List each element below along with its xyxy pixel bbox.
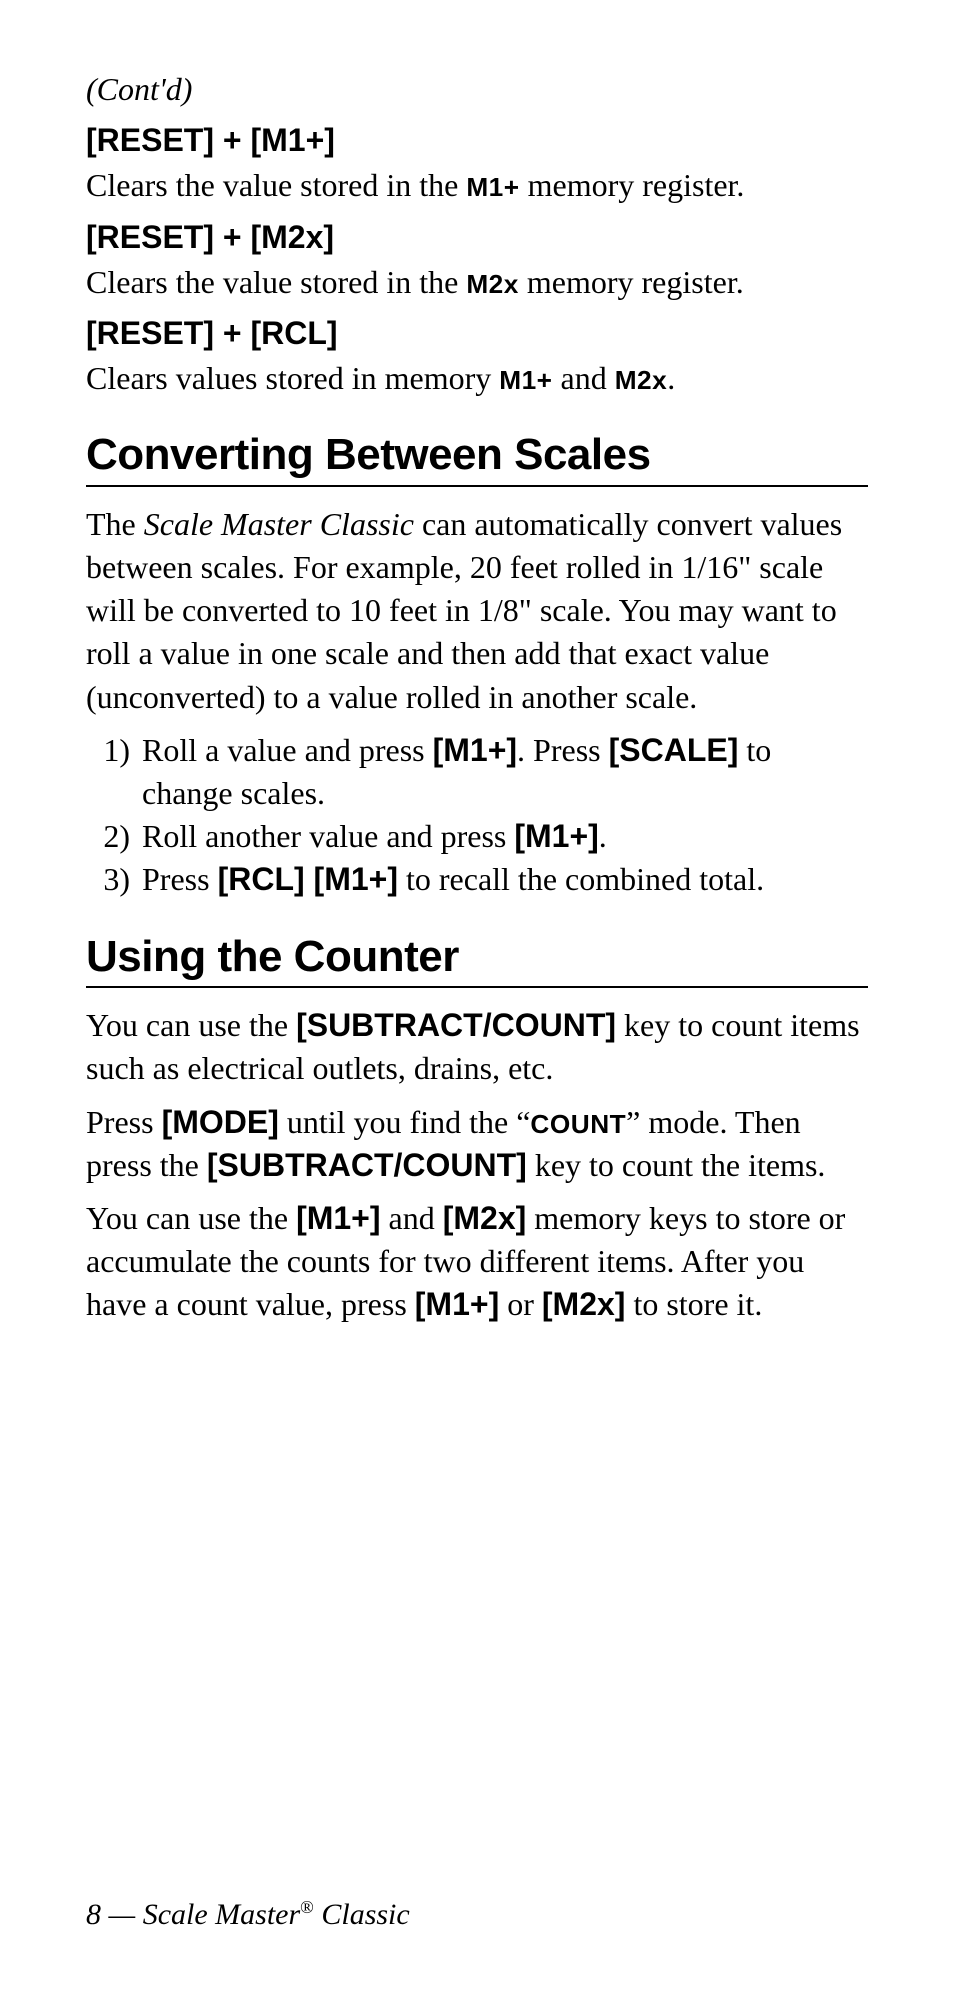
key-ref: [M1+] (415, 1286, 499, 1322)
text: . (667, 360, 675, 396)
reset-m1-desc: Clears the value stored in the M1+ memor… (86, 164, 868, 207)
product-name: Scale Master (143, 1898, 300, 1931)
heading-counter: Using the Counter (86, 932, 868, 989)
key-ref: [MODE] (162, 1104, 279, 1140)
page-number: 8 (86, 1898, 101, 1931)
reset-rcl-desc: Clears values stored in memory M1+ and M… (86, 357, 868, 400)
counter-para-1: You can use the [SUBTRACT/COUNT] key to … (86, 1004, 868, 1090)
key-ref: [M1+] (296, 1200, 380, 1236)
text: . (599, 818, 607, 854)
step-number: 2) (86, 815, 142, 858)
text: and (553, 360, 615, 396)
text: You can use the (86, 1200, 296, 1236)
reset-m1-heading: [RESET] + [M1+] (86, 119, 868, 162)
list-item: 1) Roll a value and press [M1+]. Press [… (86, 729, 868, 815)
step-number: 3) (86, 858, 142, 901)
mode-ref: COUNT (530, 1109, 626, 1139)
text: or (499, 1286, 542, 1322)
list-item: 2) Roll another value and press [M1+]. (86, 815, 868, 858)
reset-m2-desc: Clears the value stored in the M2x memor… (86, 261, 868, 304)
key-ref: [SUBTRACT/COUNT] (207, 1147, 527, 1183)
key-ref: [SUBTRACT/COUNT] (296, 1007, 616, 1043)
reset-rcl-heading: [RESET] + [RCL] (86, 312, 868, 355)
key-ref: [M2x] (542, 1286, 626, 1322)
heading-converting: Converting Between Scales (86, 430, 868, 487)
text: Press (86, 1104, 162, 1140)
convert-intro: The Scale Master Classic can automatical… (86, 503, 868, 719)
mem-ref: M1+ (466, 172, 519, 202)
counter-para-2: Press [MODE] until you find the “COUNT” … (86, 1101, 868, 1187)
key-ref: [RCL] [M1+] (218, 861, 398, 897)
text: You can use the (86, 1007, 296, 1043)
mem-ref: M2x (615, 365, 668, 395)
text: Clears the value stored in the (86, 167, 466, 203)
text: Press (142, 861, 218, 897)
step-text: Roll a value and press [M1+]. Press [SCA… (142, 729, 868, 815)
registered-mark: ® (300, 1897, 314, 1917)
text: Roll another value and press (142, 818, 514, 854)
list-item: 3) Press [RCL] [M1+] to recall the combi… (86, 858, 868, 901)
continued-marker: (Cont'd) (86, 68, 868, 111)
step-number: 1) (86, 729, 142, 772)
reset-m2-heading: [RESET] + [M2x] (86, 216, 868, 259)
key-ref: [SCALE] (609, 732, 739, 768)
text: Roll a value and press (142, 732, 433, 768)
mem-ref: M1+ (499, 365, 552, 395)
text: key to count the items. (527, 1147, 826, 1183)
text: to store it. (625, 1286, 762, 1322)
step-text: Roll another value and press [M1+]. (142, 815, 868, 858)
product-name: Classic (314, 1898, 410, 1931)
key-ref: [M1+] (514, 818, 598, 854)
text: until you find the “ (279, 1104, 531, 1140)
text: Clears the value stored in the (86, 264, 466, 300)
text: and (381, 1200, 443, 1236)
step-text: Press [RCL] [M1+] to recall the combined… (142, 858, 868, 901)
text: memory register. (519, 264, 744, 300)
text: memory register. (520, 167, 745, 203)
convert-steps: 1) Roll a value and press [M1+]. Press [… (86, 729, 868, 902)
text: The (86, 506, 144, 542)
counter-para-3: You can use the [M1+] and [M2x] memory k… (86, 1197, 868, 1327)
product-name: Scale Master Classic (144, 506, 414, 542)
key-ref: [M2x] (443, 1200, 527, 1236)
text: to recall the combined total. (398, 861, 764, 897)
key-ref: [M1+] (433, 732, 517, 768)
text: — (101, 1898, 143, 1931)
page-footer: 8 — Scale Master® Classic (86, 1895, 410, 1936)
text: Clears values stored in memory (86, 360, 499, 396)
text: . Press (517, 732, 609, 768)
mem-ref: M2x (466, 269, 519, 299)
